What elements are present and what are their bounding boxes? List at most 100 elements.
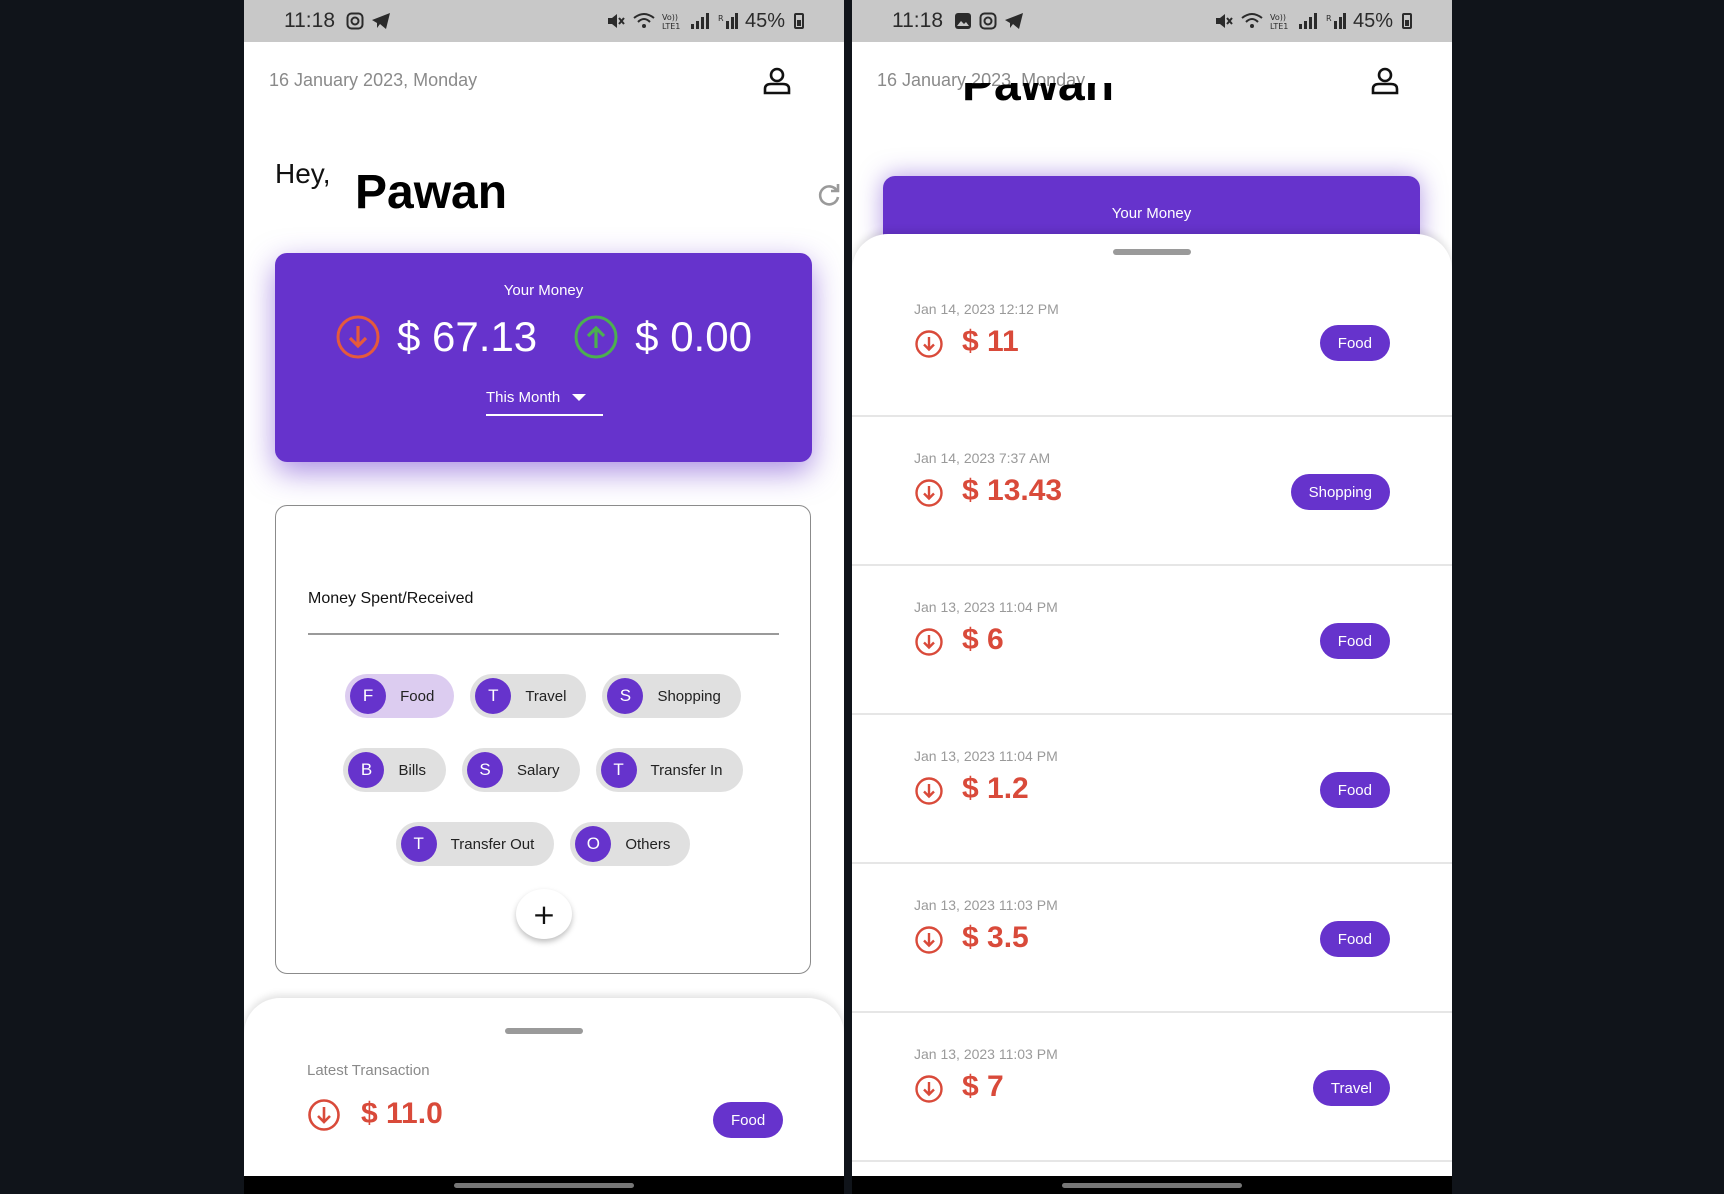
user-name-scrolled: Pawan <box>962 83 1114 135</box>
tx-tag: Shopping <box>1290 474 1390 510</box>
telegram-icon <box>1004 12 1024 30</box>
volte-icon: Vo)) LTE1 <box>1270 12 1292 30</box>
instagram-icon <box>346 12 364 30</box>
chip-label: Food <box>400 687 435 705</box>
tx-tag: Food <box>1319 325 1390 361</box>
volte-icon: Vo)) LTE1 <box>662 12 684 30</box>
status-bar: 11:18 Vo)) LTE1 R 45% <box>852 0 1452 42</box>
tx-amount: $ 11 <box>962 325 1019 358</box>
greeting-hey: Hey, <box>275 158 331 189</box>
chip-avatar: T <box>475 678 512 714</box>
list-item[interactable]: Jan 14, 2023 12:12 PM $ 11 Food <box>852 266 1452 417</box>
status-time: 11:18 <box>284 9 335 32</box>
category-chip-travel[interactable]: T Travel <box>470 674 587 718</box>
arrow-down-circle-icon <box>914 329 944 363</box>
tx-amount: $ 7 <box>962 1070 1004 1103</box>
money-card: Your Money $ 67.13 $ 0.00 This Month <box>275 253 812 462</box>
arrow-down-circle-icon <box>914 478 944 512</box>
add-transaction-button[interactable]: + <box>516 889 572 939</box>
category-chip-transfer-in[interactable]: T Transfer In <box>595 748 743 792</box>
tx-date: Jan 14, 2023 12:12 PM <box>914 301 1059 317</box>
tx-tag: Food <box>1319 772 1390 808</box>
entry-box: Money Spent/Received F Food T Travel S S… <box>275 505 811 974</box>
chip-label: Salary <box>517 761 560 779</box>
category-chip-others[interactable]: O Others <box>570 822 691 866</box>
spent-amount: $ 67.13 <box>397 313 538 360</box>
profile-icon[interactable] <box>762 66 792 100</box>
wifi-icon <box>1241 12 1263 30</box>
arrow-down-circle-icon <box>914 925 944 959</box>
chevron-down-icon <box>572 394 587 401</box>
list-item[interactable]: Jan 13, 2023 11:04 PM $ 1.2 Food <box>852 713 1452 864</box>
mute-icon <box>606 12 626 30</box>
category-chip-transfer-out[interactable]: T Transfer Out <box>395 822 555 866</box>
svg-text:Vo)): Vo)) <box>1270 13 1286 22</box>
nav-bar <box>852 1176 1452 1194</box>
transactions-sheet[interactable]: Jan 14, 2023 12:12 PM $ 11 Food Jan 14, … <box>852 234 1452 1194</box>
tx-tag: Food <box>1319 623 1390 659</box>
category-chip-shopping[interactable]: S Shopping <box>602 674 741 718</box>
money-card-title: Your Money <box>503 282 584 299</box>
svg-text:Vo)): Vo)) <box>662 13 678 22</box>
latest-tag: Food <box>713 1102 784 1138</box>
signal-icon <box>1298 13 1319 29</box>
arrow-down-circle-icon <box>914 776 944 810</box>
signal-2-icon: R <box>1326 13 1346 29</box>
home-gesture-pill[interactable] <box>1062 1183 1242 1188</box>
transactions-screen: 11:18 Vo)) LTE1 R 45% 16 January 2023, M… <box>852 0 1452 1194</box>
tx-date: Jan 13, 2023 11:03 PM <box>914 1046 1058 1062</box>
home-gesture-pill[interactable] <box>454 1183 634 1188</box>
arrow-down-circle-icon <box>914 627 944 661</box>
signal-2-icon: R <box>718 13 738 29</box>
status-bar: 11:18 Vo)) LTE1 R 45% <box>244 0 844 42</box>
chip-avatar: O <box>575 826 612 862</box>
category-chip-salary[interactable]: S Salary <box>462 748 580 792</box>
svg-text:R: R <box>718 14 724 23</box>
refresh-icon[interactable] <box>816 182 842 212</box>
list-item[interactable]: Jan 13, 2023 11:03 PM $ 3.5 Food <box>852 862 1452 1013</box>
svg-text:LTE1: LTE1 <box>662 22 680 30</box>
chip-label: Transfer Out <box>450 835 535 853</box>
tx-amount: $ 3.5 <box>962 921 1029 954</box>
nav-bar <box>244 1176 844 1194</box>
battery-icon <box>794 13 804 29</box>
svg-text:LTE1: LTE1 <box>1270 22 1288 30</box>
sheet-drag-handle[interactable] <box>1113 249 1191 255</box>
battery-icon <box>1402 13 1412 29</box>
chip-avatar: S <box>607 678 644 714</box>
tx-tag: Food <box>1319 921 1390 957</box>
instagram-icon <box>979 12 997 30</box>
list-item[interactable]: Jan 13, 2023 11:04 PM $ 6 Food <box>852 564 1452 715</box>
money-card-title: Your Money <box>1111 205 1192 222</box>
chip-label: Travel <box>525 687 567 705</box>
gallery-icon <box>954 12 972 30</box>
battery-percent: 45% <box>1352 9 1393 32</box>
battery-percent: 45% <box>744 9 785 32</box>
svg-text:R: R <box>1326 14 1332 23</box>
signal-icon <box>690 13 711 29</box>
tx-amount: $ 6 <box>962 623 1004 656</box>
latest-transaction-label: Latest Transaction <box>307 1062 430 1079</box>
category-chip-food[interactable]: F Food <box>345 674 455 718</box>
tx-date: Jan 13, 2023 11:03 PM <box>914 897 1058 913</box>
sheet-drag-handle[interactable] <box>505 1028 583 1034</box>
user-name: Pawan <box>355 166 508 219</box>
chip-avatar: F <box>350 678 387 714</box>
home-screen: 11:18 Vo)) LTE1 R 45% 16 January 2023, M… <box>244 0 844 1194</box>
chip-label: Transfer In <box>650 761 723 779</box>
amount-input-label[interactable]: Money Spent/Received <box>308 590 473 608</box>
header-date: 16 January 2023, Monday <box>269 70 478 90</box>
latest-transaction-sheet[interactable]: Latest Transaction $ 11.0 Food <box>244 998 844 1194</box>
chip-avatar: T <box>600 752 637 788</box>
chip-avatar: T <box>400 826 437 862</box>
chip-label: Bills <box>398 761 426 779</box>
tx-tag: Travel <box>1312 1070 1390 1106</box>
arrow-up-circle-icon <box>573 314 619 360</box>
profile-icon[interactable] <box>1370 66 1400 100</box>
category-chip-bills[interactable]: B Bills <box>343 748 446 792</box>
period-dropdown[interactable]: This Month <box>486 389 603 416</box>
list-item[interactable]: Jan 13, 2023 11:03 PM $ 7 Travel <box>852 1011 1452 1162</box>
tx-amount: $ 1.2 <box>962 772 1029 805</box>
period-label: This Month <box>486 389 561 406</box>
list-item[interactable]: Jan 14, 2023 7:37 AM $ 13.43 Shopping <box>852 415 1452 566</box>
